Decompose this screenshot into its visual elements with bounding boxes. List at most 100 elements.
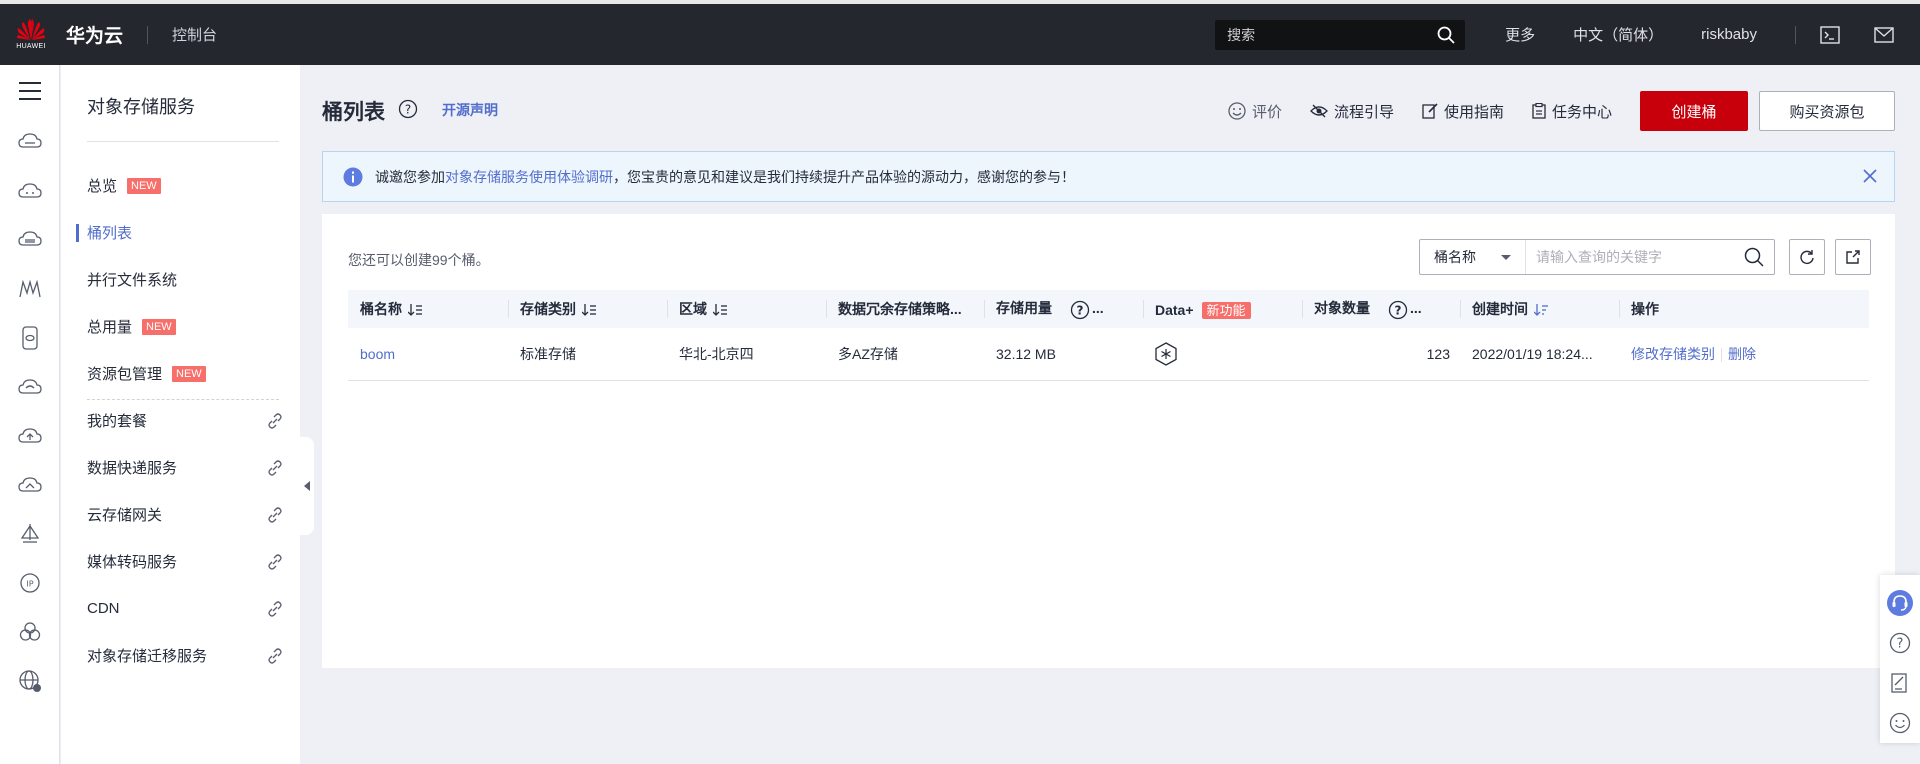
modify-storage-class-link[interactable]: 修改存储类别: [1631, 346, 1715, 362]
column-header-region[interactable]: 区域: [667, 290, 826, 328]
refresh-button[interactable]: [1789, 239, 1825, 275]
user-menu[interactable]: riskbaby: [1701, 26, 1757, 43]
column-label: 存储类别: [520, 301, 576, 317]
search-icon[interactable]: [1744, 247, 1764, 267]
page-actions: 评价 流程引导 使用指南 任务中心 创建桶 购买资源包: [1228, 91, 1895, 131]
storage-icon[interactable]: [0, 215, 60, 264]
global-search-input[interactable]: [1227, 26, 1438, 43]
globe-icon[interactable]: [0, 656, 60, 705]
menu-icon[interactable]: [0, 65, 60, 117]
customer-service-icon[interactable]: [1880, 583, 1920, 623]
sidebar-item-total-usage[interactable]: 总用量 NEW: [61, 303, 300, 350]
column-label: 创建时间: [1472, 301, 1528, 317]
column-header-actions: 操作: [1619, 290, 1869, 328]
svg-text:?: ?: [405, 103, 411, 117]
ellipsis: ...: [1092, 300, 1104, 317]
caret-down-icon: [1501, 255, 1511, 260]
filter-field-label: 桶名称: [1434, 249, 1476, 265]
external-link-icon: [268, 460, 282, 476]
user-guide-button[interactable]: 使用指南: [1422, 101, 1504, 122]
more-menu[interactable]: 更多: [1505, 24, 1535, 45]
open-source-link[interactable]: 开源声明: [442, 100, 498, 120]
network-icon[interactable]: [0, 264, 60, 313]
mail-icon[interactable]: [1872, 23, 1896, 47]
ip-icon[interactable]: IP: [0, 558, 60, 607]
object-count-cell: 123: [1302, 328, 1460, 381]
sidebar-item-resource-packages[interactable]: 资源包管理 NEW: [61, 350, 300, 397]
sidebar-item-media-transcode[interactable]: 媒体转码服务: [61, 538, 300, 585]
logo-text: HUAWEI: [16, 43, 46, 50]
bucket-name-link[interactable]: boom: [360, 346, 395, 362]
smile-icon[interactable]: [1880, 703, 1920, 743]
search-input[interactable]: [1526, 249, 1744, 265]
help-icon[interactable]: ?: [1880, 623, 1920, 663]
sidebar-item-bucket-list[interactable]: 桶列表: [61, 209, 300, 256]
column-label: 对象数量: [1314, 300, 1370, 317]
help-icon[interactable]: ?: [1070, 300, 1090, 320]
create-bucket-button[interactable]: 创建桶: [1640, 91, 1748, 131]
sidebar-item-overview[interactable]: 总览 NEW: [61, 162, 300, 209]
cloud-icon[interactable]: [0, 166, 60, 215]
column-header-redundancy: 数据冗余存储策略...: [826, 290, 984, 328]
usage-cell: 32.12 MB: [984, 328, 1143, 381]
snowflake-icon[interactable]: [1155, 342, 1177, 366]
cloud-server-icon[interactable]: [0, 117, 60, 166]
external-link-icon: [268, 648, 282, 664]
cloud-sync-icon[interactable]: [0, 460, 60, 509]
notice-prefix: 诚邀您参加: [375, 168, 445, 185]
column-header-created[interactable]: 创建时间: [1460, 290, 1619, 328]
external-link-icon: [268, 554, 282, 570]
terminal-icon[interactable]: [1818, 23, 1842, 47]
column-header-storage-class[interactable]: 存储类别: [508, 290, 667, 328]
sort-icon[interactable]: [713, 304, 727, 317]
collapse-sidebar-button[interactable]: [300, 437, 314, 535]
top-bar: HUAWEI 华为云 控制台 更多 中文（简体） riskbaby: [0, 0, 1920, 65]
notice-suffix: ，您宝贵的意见和建议是我们持续提升产品体验的源动力，感谢您的参与！: [613, 168, 1075, 185]
cloud-upload-icon[interactable]: [0, 411, 60, 460]
console-link[interactable]: 控制台: [172, 24, 217, 45]
task-center-button[interactable]: 任务中心: [1532, 101, 1612, 122]
flow-guide-button[interactable]: 流程引导: [1310, 101, 1394, 122]
cloud-storage-icon[interactable]: [0, 362, 60, 411]
sidebar-item-my-plans[interactable]: 我的套餐: [61, 397, 300, 444]
global-search[interactable]: [1215, 19, 1466, 50]
cluster-icon[interactable]: [0, 607, 60, 656]
column-label: 操作: [1631, 301, 1659, 317]
delete-link[interactable]: 删除: [1728, 346, 1756, 362]
sidebar-item-data-express[interactable]: 数据快递服务: [61, 444, 300, 491]
sidebar-item-label: 桶列表: [87, 225, 133, 242]
survey-link[interactable]: 对象存储服务使用体验调研: [445, 167, 613, 187]
column-header-name[interactable]: 桶名称: [348, 290, 508, 328]
close-icon[interactable]: [1862, 168, 1878, 184]
sidebar-item-parallel-fs[interactable]: 并行文件系统: [61, 256, 300, 303]
sidebar-item-migration[interactable]: 对象存储迁移服务: [61, 632, 300, 679]
sort-icon[interactable]: [408, 304, 422, 317]
sidebar-item-label: 资源包管理: [87, 366, 163, 383]
rate-button[interactable]: 评价: [1228, 101, 1282, 122]
filter-field-select[interactable]: 桶名称: [1420, 240, 1526, 274]
language-menu[interactable]: 中文（简体）: [1573, 24, 1663, 45]
ellipsis: ...: [1410, 300, 1422, 317]
feedback-icon[interactable]: [1880, 663, 1920, 703]
table-header-row: 桶名称 存储类别 区域 数据冗余存储策略... 存储用量?... Data+ 新功…: [348, 290, 1869, 328]
sailboat-icon[interactable]: [0, 509, 60, 558]
search-icon[interactable]: [1437, 26, 1455, 44]
storage-class-cell: 标准存储: [508, 328, 667, 381]
sort-desc-icon[interactable]: [1534, 304, 1548, 317]
help-icon[interactable]: ?: [398, 99, 418, 119]
buy-package-button[interactable]: 购买资源包: [1759, 91, 1895, 131]
help-icon[interactable]: ?: [1388, 300, 1408, 320]
external-link-icon: [268, 413, 282, 429]
sort-icon[interactable]: [582, 304, 596, 317]
remaining-quota: 您还可以创建99个桶。: [348, 252, 490, 268]
huawei-flower-icon: [17, 19, 45, 40]
divider: [147, 25, 149, 44]
sidebar-item-cdn[interactable]: CDN: [61, 585, 300, 632]
brand-name[interactable]: 华为云: [66, 21, 123, 48]
export-button[interactable]: [1835, 239, 1871, 275]
database-icon[interactable]: [0, 313, 60, 362]
column-label: 存储用量: [996, 300, 1052, 317]
huawei-logo[interactable]: HUAWEI: [0, 4, 62, 65]
sidebar-item-storage-gateway[interactable]: 云存储网关: [61, 491, 300, 538]
column-header-object-count: 对象数量?...: [1302, 290, 1460, 328]
